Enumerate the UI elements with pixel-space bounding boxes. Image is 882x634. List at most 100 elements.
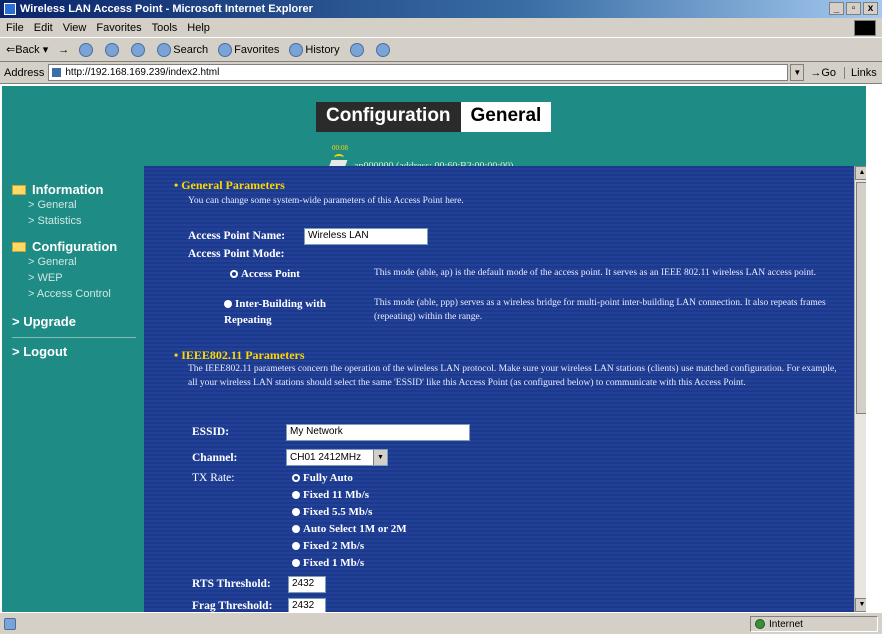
mode-inter-building-radio[interactable]: Inter-Building with Repeating bbox=[224, 296, 364, 328]
refresh-icon[interactable] bbox=[105, 42, 120, 57]
page-done-icon bbox=[4, 617, 16, 630]
back-button[interactable]: ⇐Back ▾ bbox=[6, 43, 48, 56]
maximize-button[interactable]: ▫ bbox=[846, 2, 861, 15]
mode-inter-building-label: Inter-Building with Repeating bbox=[224, 298, 326, 326]
menu-bar: File Edit View Favorites Tools Help bbox=[0, 18, 882, 38]
txrate-option[interactable]: Fully Auto bbox=[292, 472, 353, 484]
vertical-scrollbar[interactable]: ▲ ▼ bbox=[854, 166, 866, 612]
status-bar: Internet bbox=[0, 612, 882, 634]
go-button[interactable]: →Go bbox=[810, 67, 836, 79]
window-titlebar: Wireless LAN Access Point - Microsoft In… bbox=[0, 0, 882, 18]
txrate-label: TX Rate: bbox=[192, 472, 235, 484]
search-button[interactable]: Search bbox=[157, 42, 209, 57]
mode-access-point-desc: This mode (able, ap) is the default mode… bbox=[374, 268, 817, 278]
stop-icon[interactable] bbox=[79, 42, 94, 57]
menu-view[interactable]: View bbox=[63, 22, 87, 34]
channel-select[interactable]: CH01 2412MHz ▼ bbox=[286, 449, 388, 466]
sidebar-divider bbox=[12, 337, 136, 338]
sidebar-item-statistics[interactable]: > Statistics bbox=[12, 213, 138, 229]
txrate-option-label: Fixed 1 Mb/s bbox=[303, 557, 365, 569]
address-input[interactable]: http://192.168.169.239/index2.html bbox=[48, 64, 789, 81]
txrate-option[interactable]: Fixed 11 Mb/s bbox=[292, 489, 369, 501]
mail-icon[interactable] bbox=[349, 42, 364, 57]
banner-general: General bbox=[460, 102, 552, 132]
general-section-title: General Parameters bbox=[174, 178, 285, 193]
radio-unselected-icon bbox=[292, 525, 300, 534]
search-label: Search bbox=[173, 43, 209, 56]
sidebar-configuration[interactable]: Configuration bbox=[12, 239, 138, 254]
menu-edit[interactable]: Edit bbox=[34, 22, 53, 34]
ap-name-input[interactable]: Wireless LAN bbox=[304, 228, 428, 245]
ieee-section-title: IEEE802.11 Parameters bbox=[174, 348, 304, 363]
window-controls: _ ▫ x bbox=[829, 2, 878, 15]
radio-unselected-icon bbox=[224, 300, 232, 309]
channel-label: Channel: bbox=[192, 452, 238, 464]
history-icon bbox=[289, 42, 304, 57]
sidebar-item-access-control[interactable]: > Access Control bbox=[12, 286, 138, 302]
scroll-thumb[interactable] bbox=[856, 182, 866, 414]
sidebar-item-upgrade[interactable]: > Upgrade bbox=[12, 314, 138, 329]
general-description: You can change some system-wide paramete… bbox=[188, 196, 464, 206]
go-label: Go bbox=[821, 66, 837, 79]
browser-toolbar: ⇐Back ▾ → Search Favorites History bbox=[0, 38, 882, 62]
mode-access-point-radio[interactable]: Access Point bbox=[230, 268, 300, 280]
radio-selected-icon bbox=[292, 474, 300, 483]
folder-icon bbox=[12, 241, 26, 252]
sidebar: Information > General > Statistics Confi… bbox=[12, 182, 138, 359]
ap-icon-tag: 00:08 bbox=[332, 144, 348, 152]
txrate-option-label: Fixed 5.5 Mb/s bbox=[303, 506, 373, 518]
sidebar-item-logout[interactable]: > Logout bbox=[12, 344, 138, 359]
frag-threshold-label: Frag Threshold: bbox=[192, 600, 273, 612]
banner-configuration: Configuration bbox=[316, 102, 461, 132]
chevron-down-icon: ▼ bbox=[373, 450, 387, 465]
channel-select-value: CH01 2412MHz bbox=[290, 452, 362, 463]
radio-selected-icon bbox=[230, 270, 238, 279]
security-zone: Internet bbox=[750, 616, 878, 632]
essid-input[interactable]: My Network bbox=[286, 424, 470, 441]
zone-label: Internet bbox=[769, 618, 803, 630]
radio-unselected-icon bbox=[292, 559, 300, 568]
page-content: Configuration General 00:08 ap000000 (ad… bbox=[2, 86, 866, 612]
sidebar-item-config-general[interactable]: > General bbox=[12, 254, 138, 270]
txrate-option-label: Fixed 2 Mb/s bbox=[303, 540, 365, 552]
menu-favorites[interactable]: Favorites bbox=[96, 22, 141, 34]
print-icon[interactable] bbox=[375, 42, 390, 57]
favorites-label: Favorites bbox=[234, 43, 280, 56]
txrate-option[interactable]: Fixed 2 Mb/s bbox=[292, 540, 364, 552]
back-label: Back bbox=[15, 44, 40, 56]
sidebar-item-info-general[interactable]: > General bbox=[12, 197, 138, 213]
home-icon[interactable] bbox=[131, 42, 146, 57]
address-dropdown-icon[interactable]: ▼ bbox=[790, 64, 805, 81]
rts-threshold-input[interactable]: 2432 bbox=[288, 576, 326, 593]
sidebar-information[interactable]: Information bbox=[12, 182, 138, 197]
txrate-option[interactable]: Auto Select 1M or 2M bbox=[292, 523, 407, 535]
windows-logo-icon bbox=[854, 20, 876, 36]
menu-file[interactable]: File bbox=[6, 22, 24, 34]
globe-icon bbox=[755, 619, 765, 629]
txrate-option-label: Fixed 11 Mb/s bbox=[303, 489, 370, 501]
txrate-option[interactable]: Fixed 1 Mb/s bbox=[292, 557, 364, 569]
sidebar-item-wep[interactable]: > WEP bbox=[12, 270, 138, 286]
page-banner: Configuration General bbox=[316, 102, 552, 132]
history-label: History bbox=[305, 43, 340, 56]
favorites-button[interactable]: Favorites bbox=[218, 42, 280, 57]
favorites-icon bbox=[218, 42, 233, 57]
txrate-option[interactable]: Fixed 5.5 Mb/s bbox=[292, 506, 372, 518]
frag-threshold-input[interactable]: 2432 bbox=[288, 598, 326, 612]
search-icon bbox=[157, 42, 172, 57]
config-panel: General Parameters You can change some s… bbox=[144, 166, 854, 612]
folder-icon bbox=[12, 184, 26, 195]
txrate-option-label: Auto Select 1M or 2M bbox=[303, 523, 407, 535]
radio-unselected-icon bbox=[292, 542, 300, 551]
links-button[interactable]: Links bbox=[844, 66, 877, 79]
menu-help[interactable]: Help bbox=[187, 22, 210, 34]
minimize-button[interactable]: _ bbox=[829, 2, 844, 15]
scroll-down-icon[interactable]: ▼ bbox=[855, 598, 866, 612]
menu-tools[interactable]: Tools bbox=[152, 22, 178, 34]
ap-mode-label: Access Point Mode: bbox=[188, 248, 285, 260]
close-button[interactable]: x bbox=[863, 2, 878, 15]
forward-button[interactable]: → bbox=[58, 44, 69, 56]
history-button[interactable]: History bbox=[289, 42, 340, 57]
scroll-up-icon[interactable]: ▲ bbox=[855, 166, 866, 180]
txrate-option-label: Fully Auto bbox=[303, 472, 353, 484]
